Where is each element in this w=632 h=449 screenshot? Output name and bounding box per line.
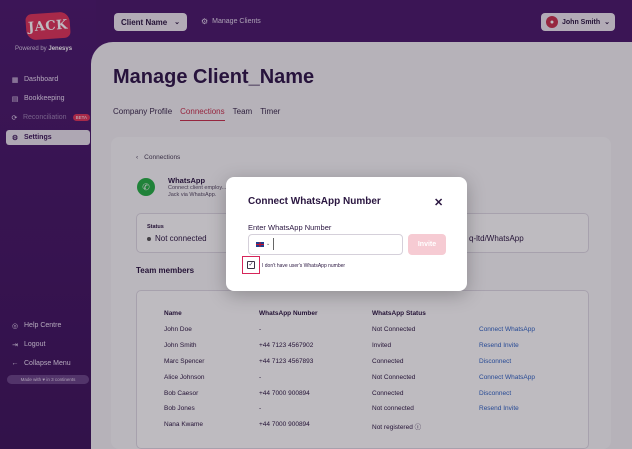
- close-icon[interactable]: ✕: [434, 196, 443, 209]
- chevron-down-icon[interactable]: ⌄: [266, 241, 270, 247]
- uk-flag-icon[interactable]: [255, 241, 265, 248]
- invite-button[interactable]: Invite: [408, 234, 446, 255]
- phone-input[interactable]: [248, 234, 403, 255]
- field-label: Enter WhatsApp Number: [248, 223, 332, 232]
- no-number-checkbox[interactable]: ✓: [247, 261, 255, 269]
- modal-title: Connect WhatsApp Number: [248, 196, 381, 207]
- checkbox-label: I don't have user's WhatsApp number: [262, 263, 346, 269]
- text-caret: [273, 238, 274, 250]
